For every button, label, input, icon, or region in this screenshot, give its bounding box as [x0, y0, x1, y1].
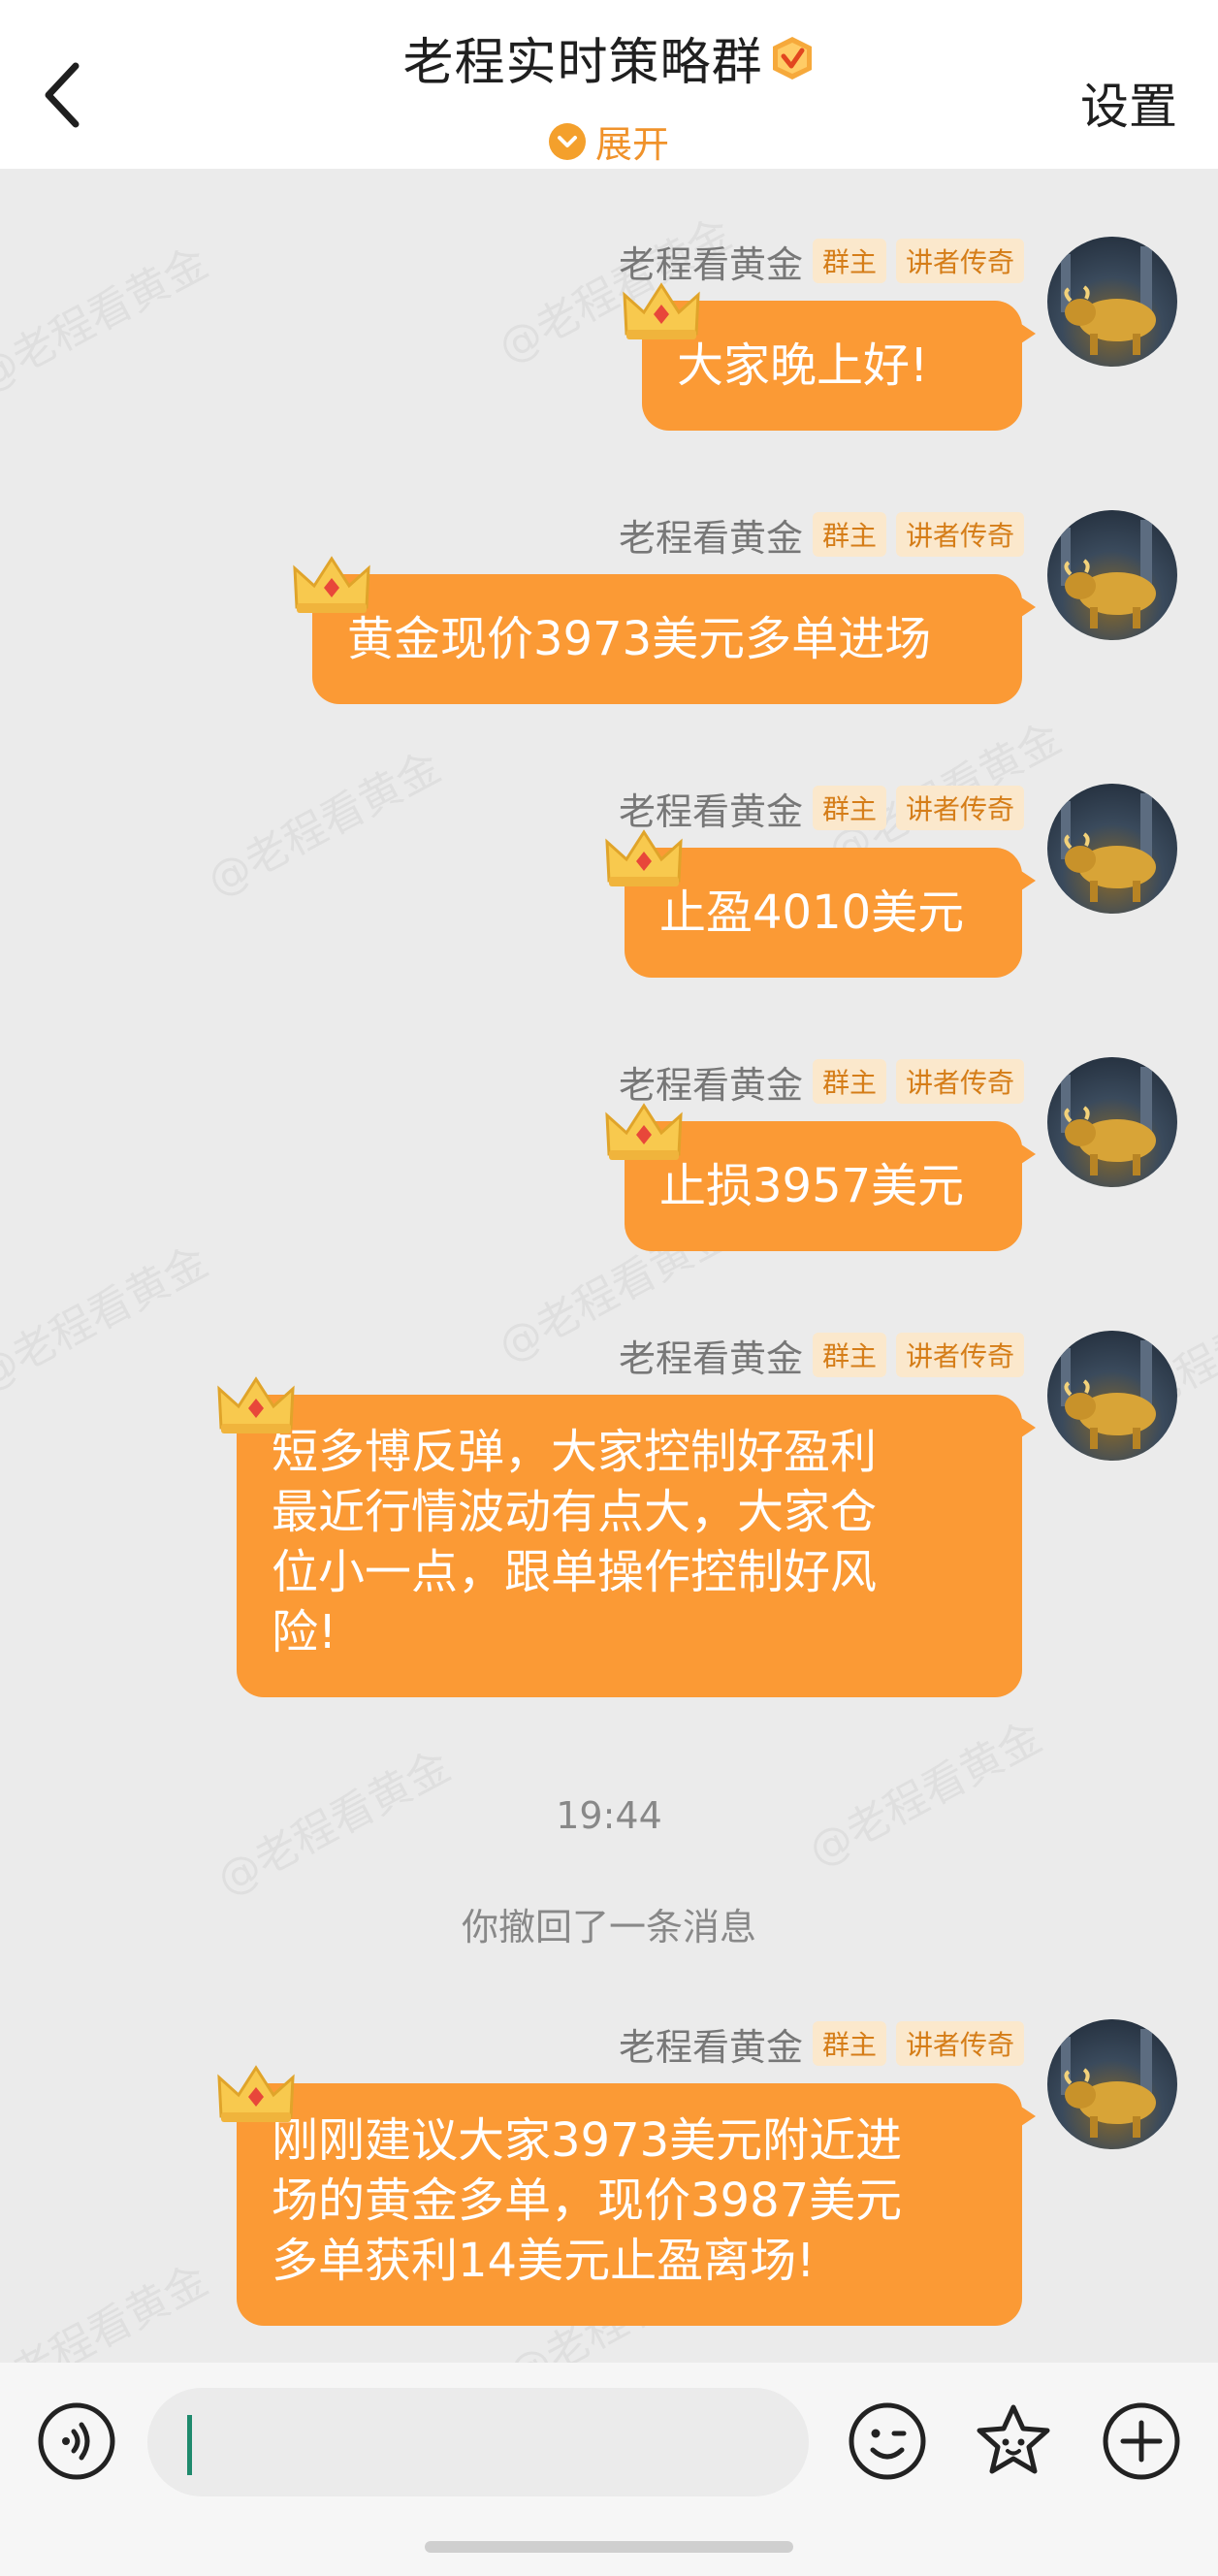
- sender-row: 老程看黄金 群主 讲者传奇: [619, 1329, 1024, 1382]
- owner-badge: 群主: [812, 1059, 886, 1104]
- timestamp: 19:44: [556, 1794, 662, 1837]
- avatar[interactable]: [1047, 237, 1177, 367]
- chat-area[interactable]: @老程看黄金 @老程看黄金 @老程看黄金 @老程看黄金 @老程看黄金 @老程看黄…: [0, 169, 1218, 2363]
- text-cursor: [187, 2415, 192, 2475]
- group-title[interactable]: 老程实时策略群: [402, 21, 815, 94]
- emoji-icon: [849, 2402, 926, 2480]
- title-badge: 讲者传奇: [895, 1333, 1024, 1377]
- owner-badge: 群主: [812, 2021, 886, 2066]
- sender-row: 老程看黄金 群主 讲者传奇: [619, 508, 1024, 562]
- message-text: 大家晚上好!: [677, 338, 929, 393]
- verified-icon: [772, 36, 812, 80]
- expand-row: 展开: [0, 114, 1218, 169]
- message-item: 老程看黄金 群主 讲者传奇 黄金现价3973美元多单进场: [0, 442, 1218, 724]
- sender-row: 老程看黄金 群主 讲者传奇: [619, 235, 1024, 288]
- sender-name[interactable]: 老程看黄金: [619, 508, 803, 562]
- voice-button[interactable]: [37, 2401, 116, 2481]
- sender-name[interactable]: 老程看黄金: [619, 2017, 803, 2071]
- sender-name[interactable]: 老程看黄金: [619, 1329, 803, 1382]
- avatar[interactable]: [1047, 1057, 1177, 1187]
- message-line: 场的黄金多单，现价3987美元: [272, 2174, 903, 2228]
- expand-label: 展开: [594, 123, 669, 166]
- message-text: 黄金现价3973美元多单进场: [347, 612, 932, 666]
- message-item: 老程看黄金 群主 讲者传奇 止盈4010美元: [0, 716, 1218, 997]
- crown-icon: [605, 829, 683, 886]
- owner-badge: 群主: [812, 512, 886, 557]
- crown-icon: [217, 1376, 295, 1433]
- expand-button[interactable]: 展开: [548, 114, 669, 168]
- message-bubble[interactable]: 刚刚建议大家3973美元附近进 场的黄金多单，现价3987美元 多单获利14美元…: [237, 2083, 1036, 2326]
- avatar-bull-icon: [1061, 793, 1156, 902]
- sender-name[interactable]: 老程看黄金: [619, 1055, 803, 1109]
- avatar[interactable]: [1047, 784, 1177, 914]
- owner-badge: 群主: [812, 786, 886, 830]
- title-badge: 讲者传奇: [895, 786, 1024, 830]
- message-line: 位小一点，跟单操作控制好风: [272, 1545, 878, 1599]
- crown-icon: [217, 2065, 295, 2122]
- home-indicator[interactable]: [425, 2541, 793, 2553]
- message-item: 老程看黄金 群主 讲者传奇 短多博反弹，大家控制好盈利 最近行情波动有点大，大家…: [0, 1263, 1218, 1864]
- message-line: 多单获利14美元止盈离场!: [272, 2234, 816, 2288]
- avatar[interactable]: [1047, 510, 1177, 640]
- message-item: 老程看黄金 群主 讲者传奇 止损3957美元: [0, 989, 1218, 1271]
- group-title-text: 老程实时策略群: [402, 34, 763, 92]
- title-badge: 讲者传奇: [895, 2021, 1024, 2066]
- owner-badge: 群主: [812, 239, 886, 283]
- emoji-button[interactable]: [848, 2401, 927, 2481]
- message-bubble[interactable]: 黄金现价3973美元多单进场: [312, 574, 1036, 704]
- message-line: 险!: [272, 1605, 337, 1659]
- message-input[interactable]: [147, 2388, 809, 2496]
- message-item: 老程看黄金 群主 讲者传奇 刚刚建议大家3973美元附近进 场的黄金多单，现价3…: [0, 1951, 1218, 2363]
- sender-name[interactable]: 老程看黄金: [619, 782, 803, 835]
- sender-row: 老程看黄金 群主 讲者传奇: [619, 782, 1024, 835]
- message-line: 短多博反弹，大家控制好盈利: [272, 1425, 878, 1479]
- title-badge: 讲者传奇: [895, 1059, 1024, 1104]
- crown-icon: [605, 1103, 683, 1160]
- sender-row: 老程看黄金 群主 讲者传奇: [619, 2017, 1024, 2071]
- sticker-icon: [977, 2404, 1050, 2474]
- avatar-bull-icon: [1061, 520, 1156, 628]
- title-wrap: 老程实时策略群: [0, 21, 1218, 94]
- message-line: 最近行情波动有点大，大家仓: [272, 1485, 878, 1539]
- chat-header: 老程实时策略群 展开 设置: [0, 0, 1218, 169]
- input-bar: [0, 2363, 1218, 2576]
- title-badge: 讲者传奇: [895, 239, 1024, 283]
- plus-icon: [1103, 2402, 1180, 2480]
- crown-icon: [293, 556, 370, 613]
- owner-badge: 群主: [812, 1333, 886, 1377]
- settings-button[interactable]: 设置: [1080, 68, 1177, 138]
- message-text: 止盈4010美元: [659, 886, 965, 940]
- avatar-bull-icon: [1061, 1067, 1156, 1175]
- title-badge: 讲者传奇: [895, 512, 1024, 557]
- message-text: 止损3957美元: [659, 1159, 965, 1213]
- expand-icon: [548, 122, 586, 160]
- crown-icon: [623, 282, 700, 339]
- voice-icon: [38, 2402, 115, 2480]
- sender-row: 老程看黄金 群主 讲者传奇: [619, 1055, 1024, 1109]
- avatar-bull-icon: [1061, 246, 1156, 355]
- message-line: 刚刚建议大家3973美元附近进: [272, 2113, 903, 2168]
- recall-notice: 你撤回了一条消息: [461, 1906, 756, 1948]
- more-button[interactable]: [1102, 2401, 1181, 2481]
- avatar-bull-icon: [1061, 1340, 1156, 1449]
- message-item: 老程看黄金 群主 讲者传奇 大家晚上好!: [0, 169, 1218, 450]
- sticker-button[interactable]: [974, 2401, 1053, 2481]
- avatar[interactable]: [1047, 1331, 1177, 1461]
- message-bubble[interactable]: 短多博反弹，大家控制好盈利 最近行情波动有点大，大家仓 位小一点，跟单操作控制好…: [237, 1395, 1036, 1697]
- avatar[interactable]: [1047, 2019, 1177, 2149]
- avatar-bull-icon: [1061, 2029, 1156, 2138]
- sender-name[interactable]: 老程看黄金: [619, 235, 803, 288]
